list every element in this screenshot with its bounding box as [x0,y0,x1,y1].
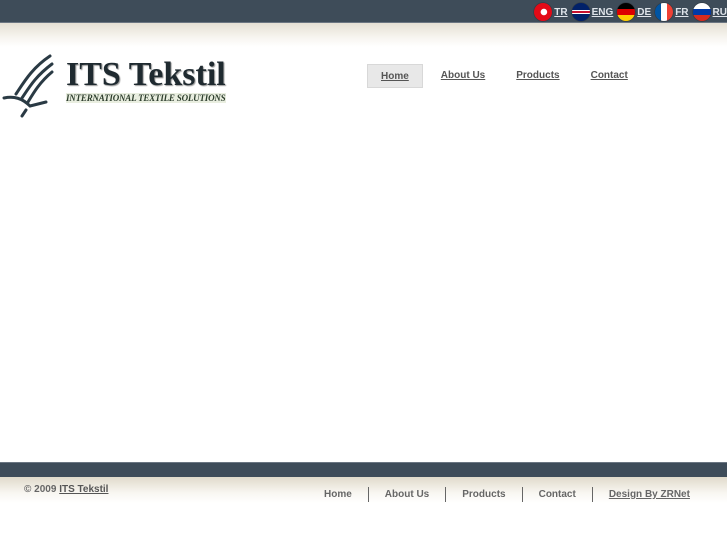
france-flag-icon [655,3,674,21]
footer-about-us[interactable]: About Us [369,487,447,502]
top-bar: TR ENG DE FR RU [0,0,727,23]
nav-products[interactable]: Products [503,64,572,88]
lang-label: RU [712,6,727,18]
lang-label: TR [554,6,568,18]
lang-eng[interactable]: ENG [571,3,614,21]
copyright-year: © 2009 [24,484,57,495]
lang-tr[interactable]: TR [534,3,568,21]
logo-subtitle: INTERNATIONAL TEXTILE SOLUTIONS [66,93,226,103]
footer-nav: Home About Us Products Contact Design By… [308,487,706,502]
nav-about-us[interactable]: About Us [428,64,498,88]
nav-home[interactable]: Home [367,64,423,88]
header-band [0,23,727,47]
lang-fr[interactable]: FR [655,3,689,21]
nav-contact[interactable]: Contact [578,64,641,88]
footer-home[interactable]: Home [308,487,369,502]
russia-flag-icon [692,3,711,21]
footer-products[interactable]: Products [446,487,523,502]
germany-flag-icon [617,3,636,21]
lang-ru[interactable]: RU [692,3,727,21]
lang-label: DE [637,6,652,18]
copyright: © 2009 ITS Tekstil [24,484,108,495]
footer-bar [0,462,727,477]
language-selector: TR ENG DE FR RU [530,2,727,22]
uk-flag-icon [571,3,590,21]
lang-label: ENG [591,6,614,18]
eagle-icon [2,54,54,118]
logo[interactable]: ITS Tekstil INTERNATIONAL TEXTILE SOLUTI… [2,54,238,118]
logo-title: ITS Tekstil [66,56,226,93]
footer-contact[interactable]: Contact [523,487,593,502]
lang-label: FR [675,6,689,18]
turkey-flag-icon [534,3,553,21]
main-nav: Home About Us Products Contact [367,64,646,88]
design-credit-link[interactable]: Design By ZRNet [593,487,706,502]
lang-de[interactable]: DE [617,3,651,21]
company-link[interactable]: ITS Tekstil [59,484,108,495]
